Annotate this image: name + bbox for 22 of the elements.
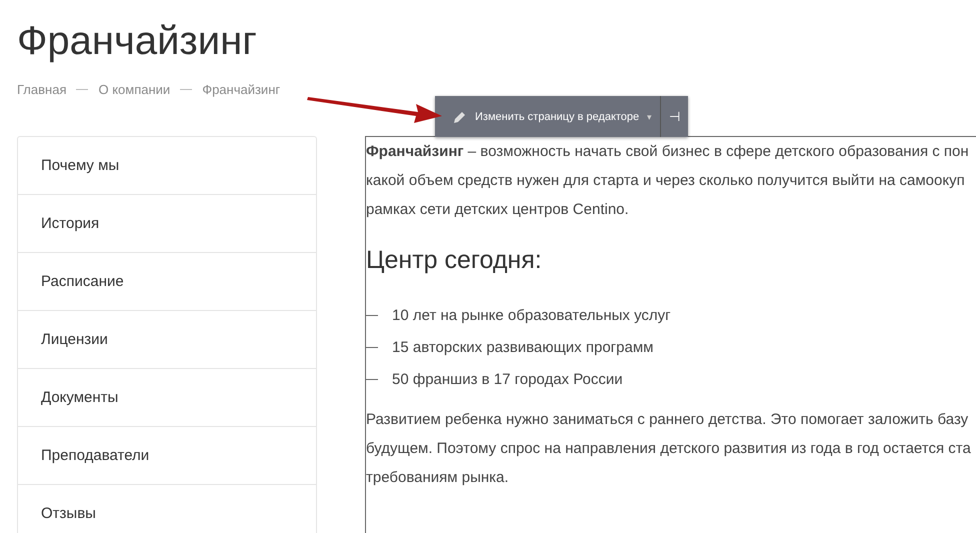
- sidebar-item[interactable]: Почему мы: [18, 137, 316, 194]
- list-item: 10 лет на рынке образовательных услуг: [392, 306, 671, 324]
- pin-button[interactable]: ⊣: [661, 109, 688, 124]
- pencil-icon: [453, 110, 467, 124]
- sidebar-item[interactable]: Преподаватели: [18, 426, 316, 484]
- paragraph-line: Франчайзинг – возможность начать свой бизнес в сфере детского образования с пон: [366, 142, 970, 162]
- paragraph-line: какой объем средств нужен для старта и через сколько получится выйти на самоокуп: [366, 171, 966, 191]
- paragraph-line: рамках сети детских центров Centino.: [366, 200, 630, 220]
- paragraph-line: будущем. Поэтому спрос на направления детского развития из года в год остается ста: [366, 439, 972, 459]
- section-heading: Центр сегодня:: [366, 246, 543, 275]
- sidebar-item[interactable]: История: [18, 194, 316, 252]
- paragraph-line: Развитием ребенка нужно заниматься с раннего детства. Это помогает заложить базу: [366, 410, 970, 430]
- breadcrumb-separator: [76, 89, 88, 90]
- page-title: Франчайзинг: [16, 18, 258, 64]
- sidebar-item[interactable]: Документы: [18, 368, 316, 426]
- list-item: 50 франшиз в 17 городах России: [392, 370, 623, 388]
- sidebar-item[interactable]: Отзывы: [18, 484, 316, 533]
- sidebar-item[interactable]: Лицензии: [18, 310, 316, 368]
- sidebar-item[interactable]: Расписание: [18, 252, 316, 310]
- breadcrumb-separator: [180, 89, 192, 90]
- list-item: 15 авторских развивающих программ: [392, 338, 654, 356]
- paragraph-line: требованиям рынка.: [366, 468, 510, 488]
